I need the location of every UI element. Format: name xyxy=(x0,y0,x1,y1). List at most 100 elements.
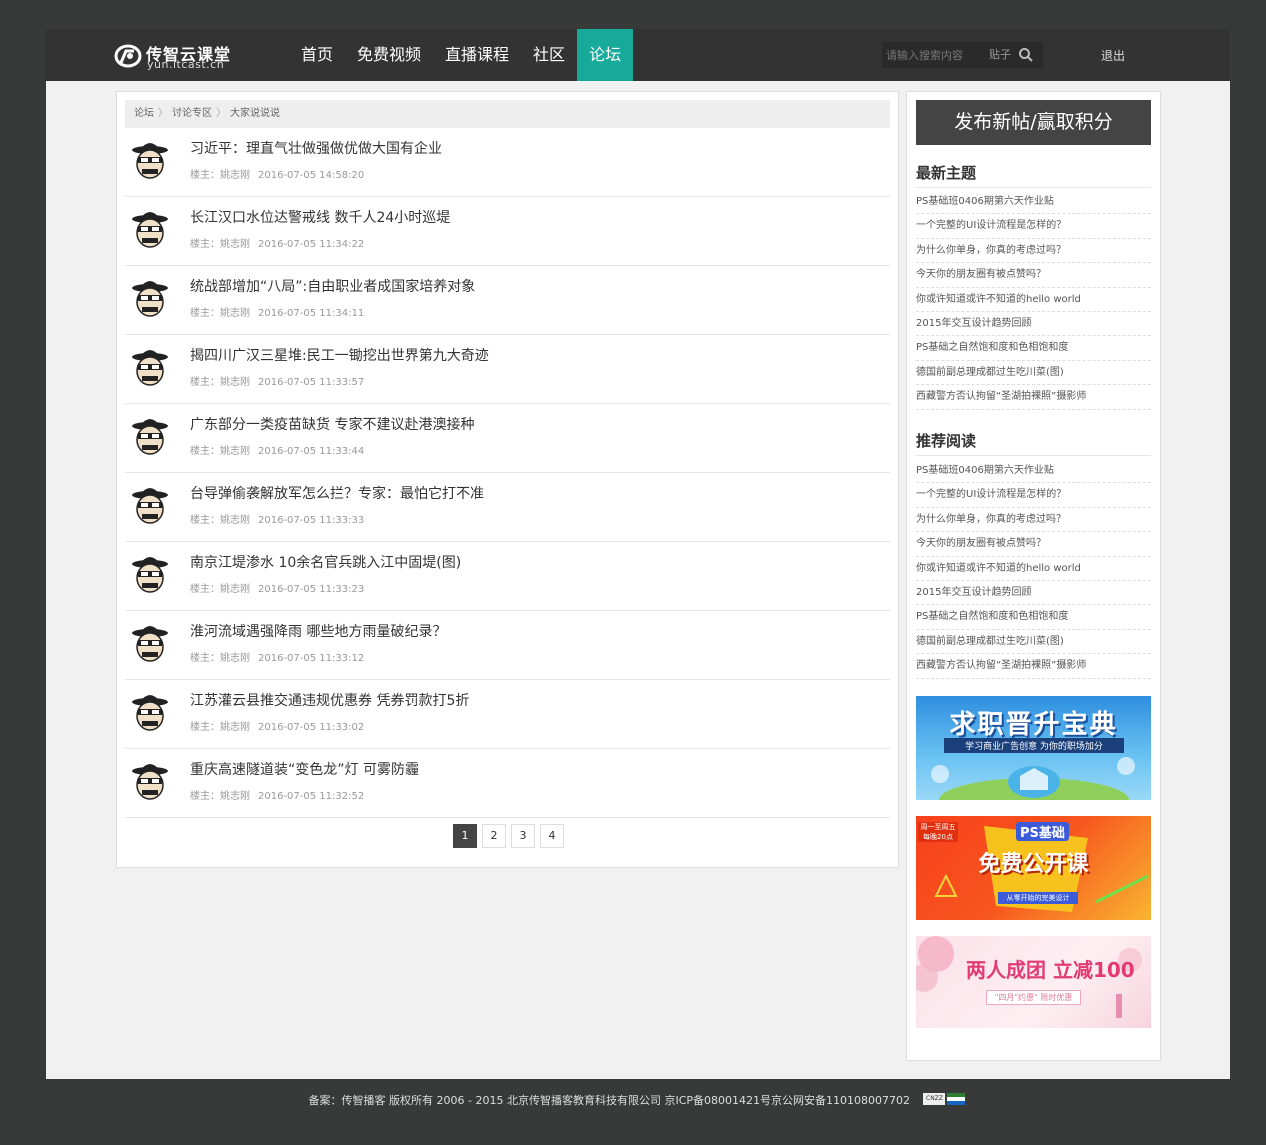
banner-free-course-tag-ps: PS基础 xyxy=(1016,822,1069,841)
latest-item[interactable]: 为什么你单身，你真的考虑过吗？ xyxy=(916,239,1151,264)
post-time: 2016-07-05 14:58:20 xyxy=(258,170,365,181)
post-time: 2016-07-05 11:32:52 xyxy=(258,791,365,802)
user-avatar-icon[interactable] xyxy=(129,690,171,732)
post-title[interactable]: 重庆高速隧道装“变色龙”灯 可雾防霾 xyxy=(190,759,419,779)
user-avatar-icon[interactable] xyxy=(129,552,171,594)
search-category[interactable]: 贴子 xyxy=(989,42,1011,68)
post-row: 揭四川广汉三星堆:民工一锄挖出世界第九大奇迹 楼主：姚志刚 2016-07-05 … xyxy=(125,335,890,404)
latest-item[interactable]: 你或许知道或许不知道的hello world xyxy=(916,288,1151,312)
recommend-item[interactable]: 德国前副总理成都过生吃川菜(图) xyxy=(916,630,1151,655)
post-row: 广东部分一类疫苗缺货 专家不建议赴港澳接种 楼主：姚志刚 2016-07-05 1… xyxy=(125,404,890,473)
pagination: 1234 xyxy=(453,824,564,848)
search-icon[interactable] xyxy=(1018,47,1034,63)
breadcrumb-discussion[interactable]: 讨论专区 xyxy=(172,108,212,119)
page-button-4[interactable]: 4 xyxy=(540,824,564,848)
post-title[interactable]: 淮河流域遇强降雨 哪些地方雨量破纪录？ xyxy=(190,621,446,641)
breadcrumb-separator: 〉 xyxy=(158,108,168,119)
post-title[interactable]: 南京江堤渗水 10余名官兵跳入江中固堤(图) xyxy=(190,552,461,572)
search-input[interactable] xyxy=(882,42,977,68)
nav-community[interactable]: 社区 xyxy=(521,29,577,81)
latest-item[interactable]: 2015年交互设计趋势回顾 xyxy=(916,312,1151,337)
recommend-item[interactable]: PS基础班0406期第六天作业贴 xyxy=(916,459,1151,484)
recommend-item[interactable]: 2015年交互设计趋势回顾 xyxy=(916,581,1151,606)
latest-item[interactable]: 西藏警方否认拘留“圣湖拍裸照”摄影师 xyxy=(916,385,1151,410)
post-row: 统战部增加“八局”:自由职业者成国家培养对象 楼主：姚志刚 2016-07-05 … xyxy=(125,266,890,335)
nav-free-video[interactable]: 免费视频 xyxy=(345,29,433,81)
post-row: 台导弹偷袭解放军怎么拦？专家：最怕它打不准 楼主：姚志刚 2016-07-05 1… xyxy=(125,473,890,542)
post-title[interactable]: 统战部增加“八局”:自由职业者成国家培养对象 xyxy=(190,276,475,296)
banner-career[interactable]: 求职晋升宝典 学习商业广告创意 为你的职场加分 xyxy=(916,696,1151,800)
breadcrumb-forum[interactable]: 论坛 xyxy=(134,108,154,119)
banner-career-headline: 求职晋升宝典 xyxy=(949,710,1118,740)
recommend-item[interactable]: PS基础之自然饱和度和色相饱和度 xyxy=(916,605,1151,630)
post-meta: 楼主：姚志刚 2016-07-05 11:33:02 xyxy=(190,718,364,733)
user-avatar-icon[interactable] xyxy=(129,276,171,318)
nav-forum[interactable]: 论坛 xyxy=(577,29,634,81)
footer: 备案：传智播客 版权所有 2006 - 2015 北京传智播客教育科技有限公司 … xyxy=(46,1079,1230,1117)
post-row: 重庆高速隧道装“变色龙”灯 可雾防霾 楼主：姚志刚 2016-07-05 11:3… xyxy=(125,749,890,818)
post-row: 南京江堤渗水 10余名官兵跳入江中固堤(图) 楼主：姚志刚 2016-07-05 … xyxy=(125,542,890,611)
forum-main-panel: 论坛〉讨论专区〉大家说说说 习近平：理直气壮做强做优做大国有企业 楼主：姚志刚 2… xyxy=(116,91,899,868)
post-time: 2016-07-05 11:33:33 xyxy=(258,515,365,526)
search-box: 贴子 xyxy=(882,42,1043,68)
top-header: 传智云课堂 yun.itcast.cn 首页 免费视频 直播课程 社区 论坛 贴… xyxy=(46,29,1230,81)
recommended-title: 推荐阅读 xyxy=(916,426,1151,456)
latest-item[interactable]: 德国前副总理成都过生吃川菜(图) xyxy=(916,361,1151,386)
post-title[interactable]: 江苏灌云县推交通违规优惠券 凭券罚款打5折 xyxy=(190,690,469,710)
logout-link[interactable]: 退出 xyxy=(1101,47,1125,64)
sidebar: 发布新帖/赢取积分 最新主题 PS基础班0406期第六天作业贴 一个完整的UI设计… xyxy=(906,91,1161,1061)
latest-item[interactable]: 今天你的朋友圈有被点赞吗？ xyxy=(916,263,1151,288)
user-avatar-icon[interactable] xyxy=(129,759,171,801)
page: 传智云课堂 yun.itcast.cn 首页 免费视频 直播课程 社区 论坛 贴… xyxy=(46,29,1230,1117)
post-meta: 楼主：姚志刚 2016-07-05 11:32:52 xyxy=(190,787,364,802)
post-meta: 楼主：姚志刚 2016-07-05 11:33:12 xyxy=(190,649,364,664)
breadcrumb: 论坛〉讨论专区〉大家说说说 xyxy=(125,100,890,128)
recommend-item[interactable]: 为什么你单身，你真的考虑过吗？ xyxy=(916,508,1151,533)
post-row: 长江汉口水位达警戒线 数千人24小时巡堤 楼主：姚志刚 2016-07-05 11… xyxy=(125,197,890,266)
post-title[interactable]: 长江汉口水位达警戒线 数千人24小时巡堤 xyxy=(190,207,450,227)
banner-free-course-headline: 免费公开课 xyxy=(978,852,1089,877)
post-title[interactable]: 习近平：理直气壮做强做优做大国有企业 xyxy=(190,138,442,158)
page-button-3[interactable]: 3 xyxy=(511,824,535,848)
user-avatar-icon[interactable] xyxy=(129,207,171,249)
user-avatar-icon[interactable] xyxy=(129,345,171,387)
post-author: 楼主：姚志刚 xyxy=(190,584,250,595)
post-title[interactable]: 揭四川广汉三星堆:民工一锄挖出世界第九大奇迹 xyxy=(190,345,489,365)
publish-post-button[interactable]: 发布新帖/赢取积分 xyxy=(916,100,1151,145)
user-avatar-icon[interactable] xyxy=(129,138,171,180)
latest-item[interactable]: PS基础之自然饱和度和色相饱和度 xyxy=(916,336,1151,361)
post-time: 2016-07-05 11:33:02 xyxy=(258,722,365,733)
latest-item[interactable]: PS基础班0406期第六天作业贴 xyxy=(916,190,1151,215)
logo-icon xyxy=(114,44,142,68)
recommend-item[interactable]: 今天你的朋友圈有被点赞吗？ xyxy=(916,532,1151,557)
nav-live-course[interactable]: 直播课程 xyxy=(433,29,521,81)
post-row: 江苏灌云县推交通违规优惠券 凭券罚款打5折 楼主：姚志刚 2016-07-05 1… xyxy=(125,680,890,749)
recommend-item[interactable]: 你或许知道或许不知道的hello world xyxy=(916,557,1151,581)
post-meta: 楼主：姚志刚 2016-07-05 14:58:20 xyxy=(190,166,364,181)
site-logo[interactable]: 传智云课堂 yun.itcast.cn xyxy=(114,41,239,71)
cnzz-badge[interactable]: CNZZ xyxy=(923,1093,967,1105)
user-avatar-icon[interactable] xyxy=(129,483,171,525)
nav-home[interactable]: 首页 xyxy=(289,29,345,81)
recommend-item[interactable]: 西藏警方否认拘留“圣湖拍裸照”摄影师 xyxy=(916,654,1151,679)
post-title[interactable]: 广东部分一类疫苗缺货 专家不建议赴港澳接种 xyxy=(190,414,474,434)
page-button-2[interactable]: 2 xyxy=(482,824,506,848)
recommend-item[interactable]: 一个完整的UI设计流程是怎样的？ xyxy=(916,483,1151,508)
post-title[interactable]: 台导弹偷袭解放军怎么拦？专家：最怕它打不准 xyxy=(190,483,484,503)
latest-topics-list: PS基础班0406期第六天作业贴 一个完整的UI设计流程是怎样的？ 为什么你单身，你… xyxy=(916,190,1151,410)
post-author: 楼主：姚志刚 xyxy=(190,515,250,526)
post-author: 楼主：姚志刚 xyxy=(190,653,250,664)
banner-group-discount[interactable]: 两人成团 立减100 "四月"约惠" 限时优惠 xyxy=(916,936,1151,1028)
post-meta: 楼主：姚志刚 2016-07-05 11:33:57 xyxy=(190,373,364,388)
breadcrumb-separator: 〉 xyxy=(216,108,226,119)
cnzz-badge-text: CNZZ xyxy=(923,1093,946,1105)
page-button-1[interactable]: 1 xyxy=(453,824,477,848)
latest-item[interactable]: 一个完整的UI设计流程是怎样的？ xyxy=(916,214,1151,239)
user-avatar-icon[interactable] xyxy=(129,621,171,663)
post-author: 楼主：姚志刚 xyxy=(190,308,250,319)
banner-free-course-corner: 周一至周五 每晚20点 xyxy=(918,822,958,842)
breadcrumb-current: 大家说说说 xyxy=(230,108,280,119)
banner-free-course[interactable]: 周一至周五 每晚20点 PS基础 免费公开课 从零开始的完美设计 xyxy=(916,816,1151,920)
user-avatar-icon[interactable] xyxy=(129,414,171,456)
post-time: 2016-07-05 11:33:57 xyxy=(258,377,365,388)
